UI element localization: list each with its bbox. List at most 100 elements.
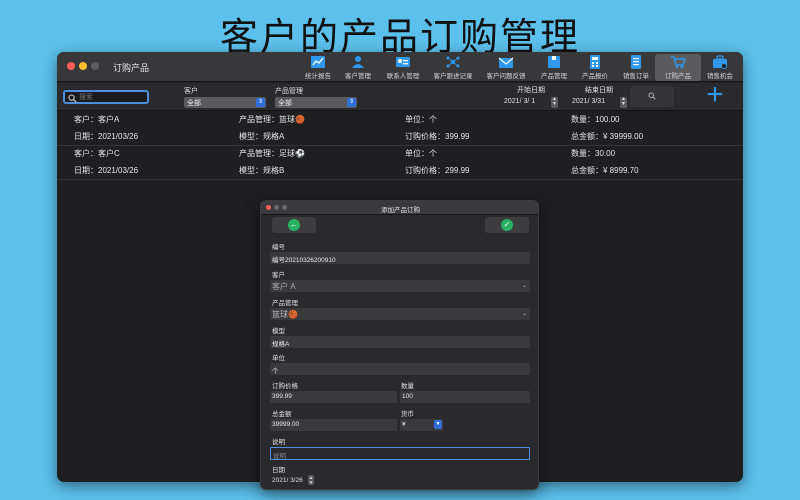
cart-icon bbox=[671, 56, 686, 69]
chevron-updown-icon: ⇕ bbox=[347, 98, 356, 107]
customer-select[interactable]: 客户 A ⌄ bbox=[270, 280, 530, 292]
order-unit: 单位：个 bbox=[405, 115, 437, 124]
search-icon bbox=[68, 94, 77, 103]
toolbar-contacts[interactable]: 联系人管理 bbox=[380, 54, 426, 81]
toolbar-label: 客户问题反馈 bbox=[486, 73, 526, 80]
unit-label: 单位 bbox=[272, 355, 285, 362]
price-label: 订购价格 bbox=[272, 383, 298, 390]
currency-label: 货币 bbox=[401, 411, 414, 418]
toolbar-label: 联系人管理 bbox=[386, 73, 420, 80]
note-label: 说明 bbox=[272, 439, 285, 446]
total-label: 总金额 bbox=[272, 411, 292, 418]
search-button[interactable] bbox=[630, 86, 674, 107]
start-date-field[interactable]: 2021/ 3/ 1 bbox=[504, 97, 535, 108]
order-quantity: 数量：100.00 bbox=[571, 115, 620, 124]
currency-select-value: ¥ bbox=[402, 421, 406, 428]
order-model: 模型：规格A bbox=[239, 132, 285, 141]
order-total: 总金额：¥ 8999.70 bbox=[571, 166, 639, 175]
window-titlebar: 订购产品 统计报告 客户管理 联系人管理 客户跟进记录 客户问题反馈 产品管理 … bbox=[57, 52, 743, 82]
toolbar-label: 产品管理 bbox=[541, 73, 567, 80]
checkmark-icon: ✓ bbox=[501, 219, 513, 231]
toolbar-label: 客户管理 bbox=[345, 73, 371, 80]
dialog-titlebar: 添加产品订购 bbox=[261, 201, 538, 215]
product-select[interactable]: 篮球🏀 ⌄ bbox=[270, 308, 530, 320]
start-date-label: 开始日期 bbox=[517, 87, 545, 94]
unit-field[interactable]: 个 bbox=[270, 363, 530, 375]
document-icon bbox=[631, 55, 641, 69]
order-row[interactable]: 客户：客户C 日期：2021/03/26 产品管理：足球⚽ 模型：规格B 单位：… bbox=[57, 146, 743, 180]
contact-card-icon bbox=[396, 57, 410, 67]
chevron-down-icon: ⌄ bbox=[521, 283, 527, 289]
toolbar-products[interactable]: 产品管理 bbox=[531, 54, 577, 81]
mail-icon bbox=[498, 57, 514, 68]
total-field[interactable]: 39999.00 bbox=[270, 419, 397, 431]
chevron-updown-icon: ⇕ bbox=[256, 98, 265, 107]
briefcase-icon bbox=[713, 55, 727, 69]
product-filter-label: 产品管理 bbox=[275, 88, 303, 95]
end-date-stepper[interactable]: ▲ ▼ bbox=[620, 97, 627, 108]
people-icon bbox=[352, 56, 364, 68]
calculator-icon bbox=[590, 55, 600, 69]
price-field[interactable]: 399.99 bbox=[270, 391, 397, 403]
quantity-label: 数量 bbox=[401, 383, 414, 390]
order-price: 订购价格：399.99 bbox=[405, 132, 470, 141]
order-product: 产品管理：篮球🏀 bbox=[239, 115, 305, 124]
toolbar-feedback[interactable]: 客户问题反馈 bbox=[483, 54, 529, 81]
chart-icon bbox=[311, 56, 325, 68]
order-list: 客户：客户A 日期：2021/03/26 产品管理：篮球🏀 模型：规格A 单位：… bbox=[57, 112, 743, 180]
customer-filter-label: 客户 bbox=[184, 88, 198, 95]
back-button[interactable]: ← bbox=[272, 217, 316, 233]
quantity-field[interactable]: 100 bbox=[400, 391, 530, 403]
currency-select[interactable]: ¥ ▼ bbox=[400, 419, 443, 431]
order-customer: 客户：客户A bbox=[74, 115, 120, 124]
filter-bar: 客户 全部 ⇕ 产品管理 全部 ⇕ 开始日期 2021/ 3/ 1 ▲▼ 结束日… bbox=[57, 80, 743, 111]
order-customer: 客户：客户C bbox=[74, 149, 120, 158]
toolbar-followup[interactable]: 客户跟进记录 bbox=[430, 54, 476, 81]
end-date-label: 结束日期 bbox=[585, 87, 613, 94]
customer-filter-value: 全部 bbox=[187, 100, 201, 107]
product-filter-select[interactable]: 全部 ⇕ bbox=[275, 97, 357, 108]
order-product: 产品管理：足球⚽ bbox=[239, 149, 305, 158]
zoom-window-button[interactable] bbox=[91, 62, 99, 70]
chevron-down-icon: ▼ bbox=[434, 420, 442, 429]
search-box[interactable] bbox=[63, 90, 149, 104]
dialog-title: 添加产品订购 bbox=[381, 207, 420, 214]
search-input[interactable] bbox=[79, 92, 145, 102]
close-window-button[interactable] bbox=[67, 62, 75, 70]
date-field[interactable]: 2021/ 3/26 bbox=[272, 477, 303, 484]
confirm-button[interactable]: ✓ bbox=[485, 217, 529, 233]
date-label: 日期 bbox=[272, 467, 285, 474]
customer-filter-select[interactable]: 全部 ⇕ bbox=[184, 97, 266, 108]
model-field[interactable]: 规格A bbox=[270, 336, 530, 348]
order-date: 日期：2021/03/26 bbox=[74, 166, 139, 175]
box-icon bbox=[548, 56, 560, 68]
add-order-dialog: 添加产品订购 ← ✓ 编号 编号20210326200910 客户 客户 A ⌄… bbox=[260, 200, 539, 490]
order-row[interactable]: 客户：客户A 日期：2021/03/26 产品管理：篮球🏀 模型：规格A 单位：… bbox=[57, 112, 743, 146]
toolbar-label: 产品报价 bbox=[582, 73, 608, 80]
toolbar-quotes[interactable]: 产品报价 bbox=[572, 54, 618, 81]
minimize-window-button[interactable] bbox=[79, 62, 87, 70]
end-date-field[interactable]: 2021/ 3/31 bbox=[572, 97, 605, 108]
window-title: 订购产品 bbox=[113, 63, 150, 73]
order-unit: 单位：个 bbox=[405, 149, 437, 158]
order-date: 日期：2021/03/26 bbox=[74, 132, 139, 141]
chevron-down-icon: ⌄ bbox=[521, 311, 527, 317]
order-quantity: 数量：30.00 bbox=[571, 149, 616, 158]
number-field[interactable]: 编号20210326200910 bbox=[270, 252, 530, 264]
start-date-stepper[interactable]: ▲ ▼ bbox=[551, 97, 558, 108]
toolbar-opportunities[interactable]: 销售机会 bbox=[697, 54, 743, 81]
toolbar-label: 销售订单 bbox=[623, 73, 649, 80]
date-stepper[interactable]: ▲ ▼ bbox=[308, 475, 314, 485]
note-field[interactable]: 说明 bbox=[270, 447, 530, 460]
toolbar-label: 客户跟进记录 bbox=[433, 73, 473, 80]
toolbar-customers[interactable]: 客户管理 bbox=[335, 54, 381, 81]
add-order-button[interactable]: + bbox=[702, 80, 728, 110]
toolbar-salesorders[interactable]: 销售订单 bbox=[613, 54, 659, 81]
product-filter-value: 全部 bbox=[278, 100, 292, 107]
toolbar-orderproducts[interactable]: 订购产品 bbox=[655, 54, 701, 81]
number-label: 编号 bbox=[272, 244, 285, 251]
toolbar-label: 订购产品 bbox=[665, 73, 691, 80]
customer-label: 客户 bbox=[272, 272, 285, 279]
order-total: 总金额：¥ 39999.00 bbox=[571, 132, 644, 141]
search-icon bbox=[648, 92, 656, 100]
